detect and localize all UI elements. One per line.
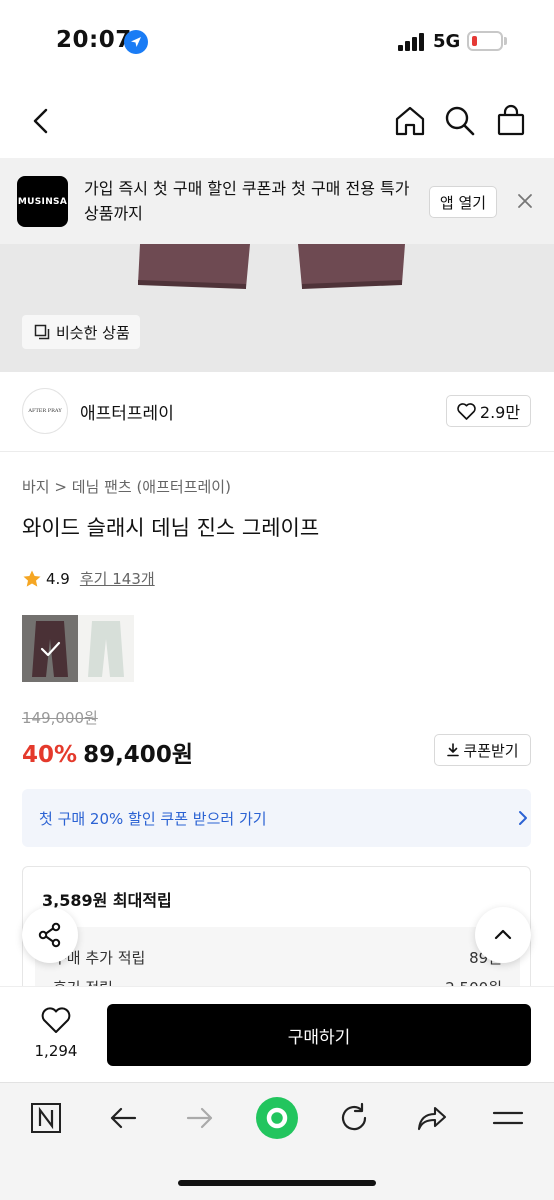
home-icon[interactable] [393, 104, 427, 138]
scroll-top-button[interactable] [475, 907, 531, 963]
share-button[interactable] [22, 907, 78, 963]
coupon-button[interactable]: 쿠폰받기 [434, 734, 531, 766]
brand-like-button[interactable]: 2.9만 [446, 395, 531, 427]
menu-icon[interactable] [491, 1101, 525, 1135]
buy-button[interactable]: 구매하기 [107, 1004, 531, 1066]
purchase-bar: 1,294 구매하기 [0, 986, 554, 1082]
product-title: 와이드 슬래시 데님 진스 그레이프 [22, 516, 320, 540]
star-icon [23, 570, 41, 587]
network-type: 5G [433, 31, 461, 52]
chevron-up-icon [494, 929, 512, 940]
brand-name[interactable]: 애프터프레이 [80, 399, 174, 424]
discount-rate: 40% [22, 742, 78, 768]
product-like-count: 1,294 [34, 1042, 78, 1060]
brand-like-count: 2.9만 [479, 403, 521, 422]
status-time: 20:07 [56, 27, 132, 53]
search-icon[interactable] [443, 104, 477, 138]
product-image[interactable]: 비슷한 상품 [0, 244, 554, 372]
price-row: 40% 89,400원 [22, 735, 193, 769]
battery-tip [504, 37, 507, 45]
rating-row[interactable]: 4.9 후기 143개 [22, 568, 155, 589]
jeans-image [138, 244, 405, 289]
points-headline: 3,589원 최대적립 [42, 891, 172, 910]
coupon-label: 쿠폰받기 [463, 741, 519, 760]
rating-score: 4.9 [46, 569, 70, 588]
share-icon [38, 922, 61, 948]
similar-products-button[interactable]: 비슷한 상품 [22, 315, 140, 349]
similar-label: 비슷한 상품 [56, 323, 130, 342]
sale-price: 89,400원 [83, 742, 193, 768]
arrow-left-icon[interactable] [106, 1101, 140, 1135]
reload-icon[interactable] [337, 1101, 371, 1135]
brand-row[interactable]: AFTER PRAY 애프터프레이 2.9만 [0, 372, 554, 452]
product-like-button[interactable]: 1,294 [22, 1007, 90, 1060]
swatch-grape[interactable] [22, 615, 78, 682]
swatch-light[interactable] [78, 615, 134, 682]
close-icon[interactable] [515, 191, 535, 211]
brand-logo: AFTER PRAY [22, 388, 68, 434]
chevron-right-icon [519, 811, 527, 825]
battery-icon [467, 31, 503, 51]
points-box: 3,589원 최대적립 구매 추가 적립 89원 후기 적립 2,500원 [22, 866, 531, 1006]
heart-icon [41, 1007, 71, 1033]
first-purchase-coupon-banner[interactable]: 첫 구매 20% 할인 쿠폰 받으러 가기 [22, 789, 531, 847]
app-header [0, 82, 554, 158]
original-price: 149,000원 [22, 709, 98, 727]
heart-icon [457, 402, 476, 420]
green-dot-icon[interactable] [255, 1096, 299, 1140]
status-bar: 20:07 5G [0, 0, 554, 82]
musinsa-logo: MUSINSA [17, 176, 68, 227]
share-arrow-icon[interactable] [414, 1101, 448, 1135]
home-indicator [178, 1180, 376, 1186]
signal-icon [398, 33, 426, 51]
app-promo-banner: MUSINSA 가입 즉시 첫 구매 할인 쿠폰과 첫 구매 전용 특가 상품까… [0, 158, 554, 244]
breadcrumb[interactable]: 바지 > 데님 팬츠 (애프터프레이) [22, 476, 231, 497]
arrow-right-icon[interactable] [183, 1101, 217, 1135]
first-coupon-text: 첫 구매 20% 할인 쿠폰 받으러 가기 [39, 810, 267, 828]
review-count-link[interactable]: 후기 143개 [80, 568, 155, 589]
back-icon[interactable] [24, 104, 58, 138]
similar-icon [34, 324, 50, 340]
bag-icon[interactable] [494, 104, 528, 138]
location-arrow-icon [124, 30, 148, 54]
promo-text: 가입 즉시 첫 구매 할인 쿠폰과 첫 구매 전용 특가 상품까지 [84, 179, 410, 223]
n-icon[interactable] [29, 1101, 63, 1135]
app-open-button[interactable]: 앱 열기 [429, 186, 497, 218]
download-icon [447, 743, 460, 757]
